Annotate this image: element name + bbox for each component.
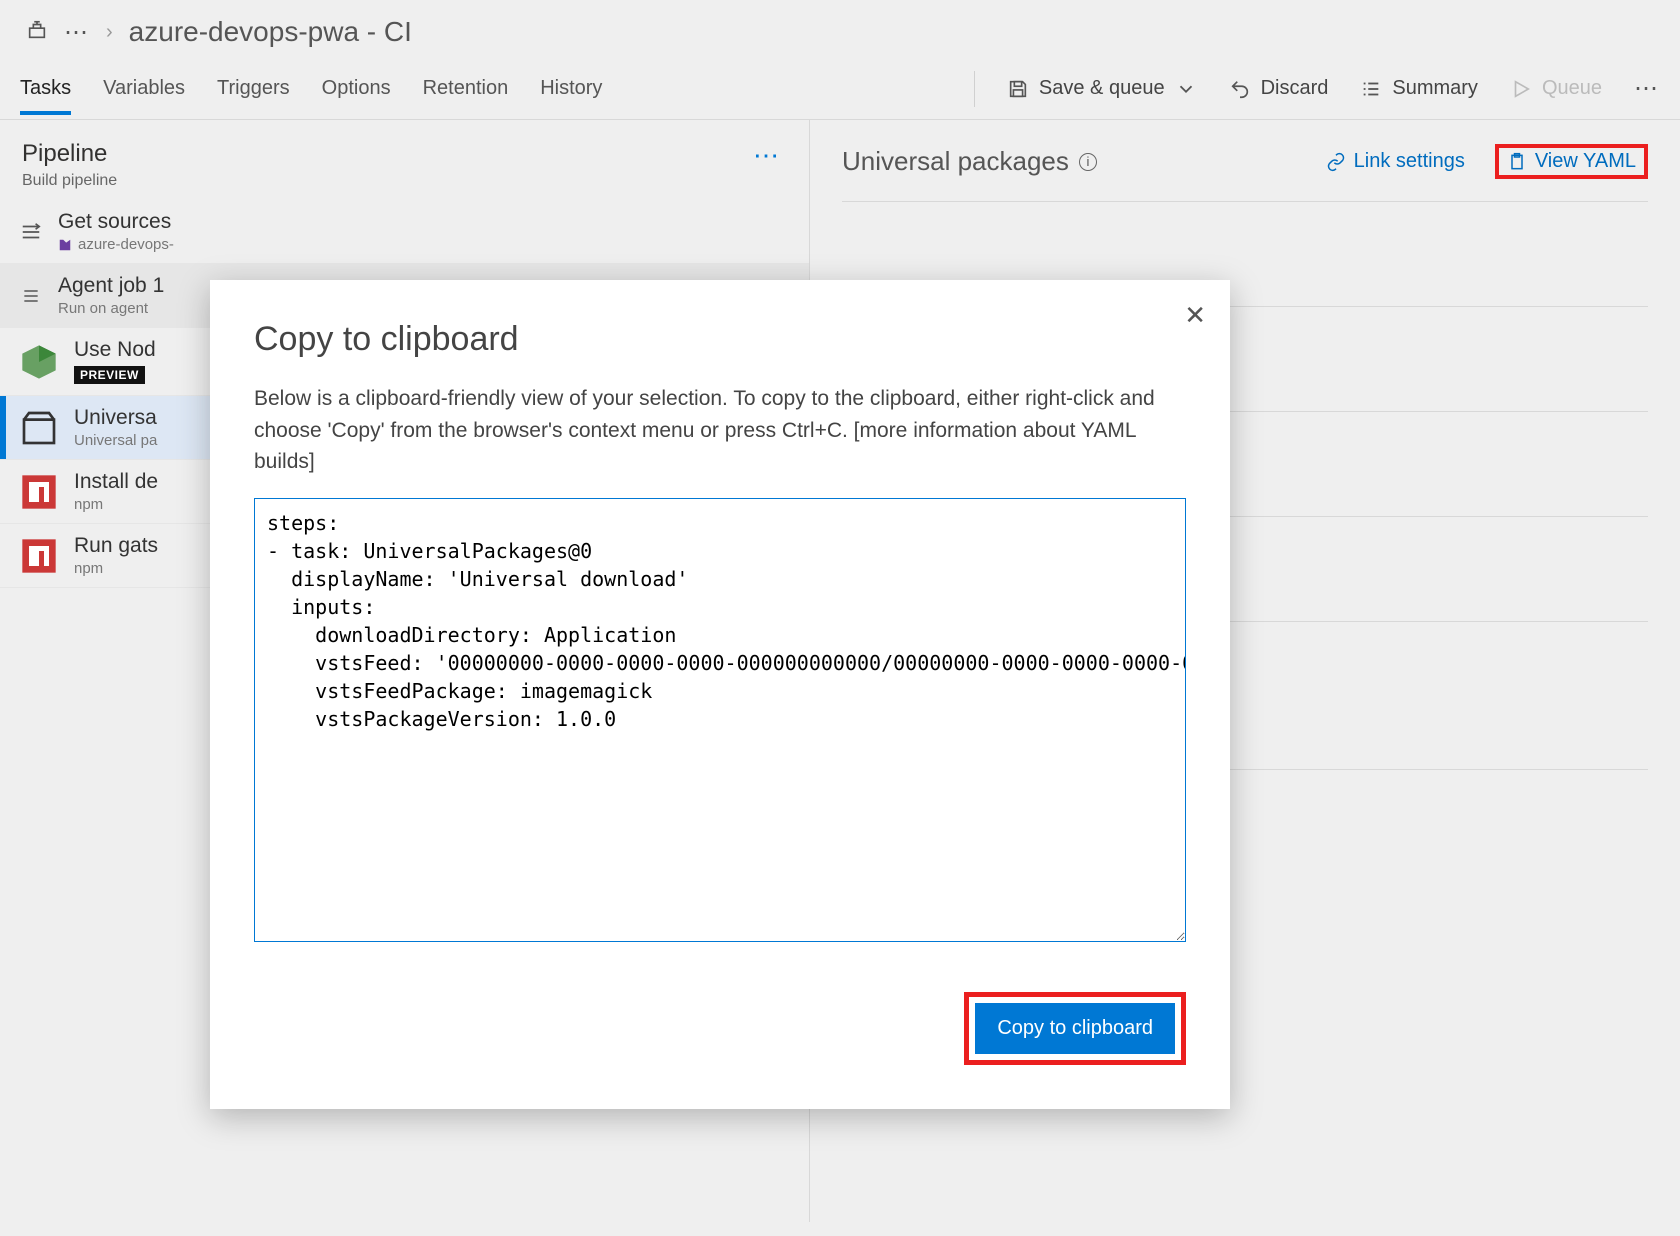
pipeline-title: Pipeline (22, 140, 117, 168)
info-icon[interactable]: i (1079, 153, 1097, 171)
link-settings-label: Link settings (1354, 150, 1465, 173)
npm-icon (18, 471, 60, 513)
breadcrumb-ellipsis[interactable]: ⋯ (64, 18, 90, 47)
discard-label: Discard (1261, 77, 1329, 100)
agent-subtitle: Run on agent (58, 300, 164, 317)
org-icon[interactable] (26, 16, 48, 48)
npm-icon (18, 535, 60, 577)
preview-badge: PREVIEW (74, 366, 145, 384)
task-install-sub: npm (74, 496, 158, 513)
task-install-title: Install de (74, 470, 158, 494)
summary-label: Summary (1392, 77, 1478, 100)
tab-tasks[interactable]: Tasks (20, 63, 71, 114)
breadcrumb: ⋯ › azure-devops-pwa - CI (0, 0, 1680, 58)
view-yaml-label: View YAML (1535, 150, 1636, 173)
repo-icon (58, 238, 72, 252)
close-icon[interactable]: ✕ (1184, 300, 1206, 331)
tab-options[interactable]: Options (322, 63, 391, 114)
agent-icon (18, 286, 44, 306)
task-universal-sub: Universal pa (74, 432, 157, 449)
task-node-title: Use Nod (74, 338, 156, 362)
divider (974, 71, 975, 107)
tab-retention[interactable]: Retention (423, 63, 509, 114)
discard-button[interactable]: Discard (1229, 77, 1329, 100)
task-gatsby-title: Run gats (74, 534, 158, 558)
tabbar: Tasks Variables Triggers Options Retenti… (0, 58, 1680, 120)
task-universal-title: Universa (74, 406, 157, 430)
view-yaml-button[interactable]: View YAML (1495, 144, 1648, 179)
yaml-textarea[interactable] (254, 498, 1186, 942)
tab-variables[interactable]: Variables (103, 63, 185, 114)
save-icon (1007, 78, 1029, 100)
save-queue-button[interactable]: Save & queue (1007, 77, 1197, 100)
sources-repo: azure-devops- (78, 236, 174, 253)
link-settings-button[interactable]: Link settings (1326, 150, 1465, 173)
link-icon (1326, 152, 1346, 172)
copy-clipboard-dialog: ✕ Copy to clipboard Below is a clipboard… (210, 280, 1230, 1109)
agent-title: Agent job 1 (58, 274, 164, 298)
sources-title: Get sources (58, 210, 174, 234)
tab-triggers[interactable]: Triggers (217, 63, 290, 114)
rp-title: Universal packages (842, 146, 1069, 177)
pipeline-ellipsis[interactable]: ⋯ (753, 140, 781, 171)
chevron-right-icon: › (106, 21, 113, 44)
save-queue-label: Save & queue (1039, 77, 1165, 100)
list-icon (1360, 78, 1382, 100)
play-icon (1510, 78, 1532, 100)
toolbar-ellipsis[interactable]: ⋯ (1634, 74, 1660, 103)
copy-clipboard-button[interactable]: Copy to clipboard (975, 1003, 1175, 1054)
summary-button[interactable]: Summary (1360, 77, 1478, 100)
dialog-title: Copy to clipboard (254, 320, 1186, 359)
queue-button: Queue (1510, 77, 1602, 100)
breadcrumb-title[interactable]: azure-devops-pwa - CI (129, 16, 412, 48)
sources-icon (18, 221, 44, 243)
clipboard-icon (1507, 152, 1527, 172)
dialog-desc: Below is a clipboard-friendly view of yo… (254, 383, 1186, 478)
chevron-down-icon (1175, 78, 1197, 100)
get-sources-row[interactable]: Get sources azure-devops- (0, 200, 809, 264)
task-gatsby-sub: npm (74, 560, 158, 577)
tab-history[interactable]: History (540, 63, 602, 114)
package-icon (18, 407, 60, 449)
pipeline-subtitle: Build pipeline (22, 172, 117, 190)
queue-label: Queue (1542, 77, 1602, 100)
node-icon (18, 341, 60, 383)
undo-icon (1229, 78, 1251, 100)
